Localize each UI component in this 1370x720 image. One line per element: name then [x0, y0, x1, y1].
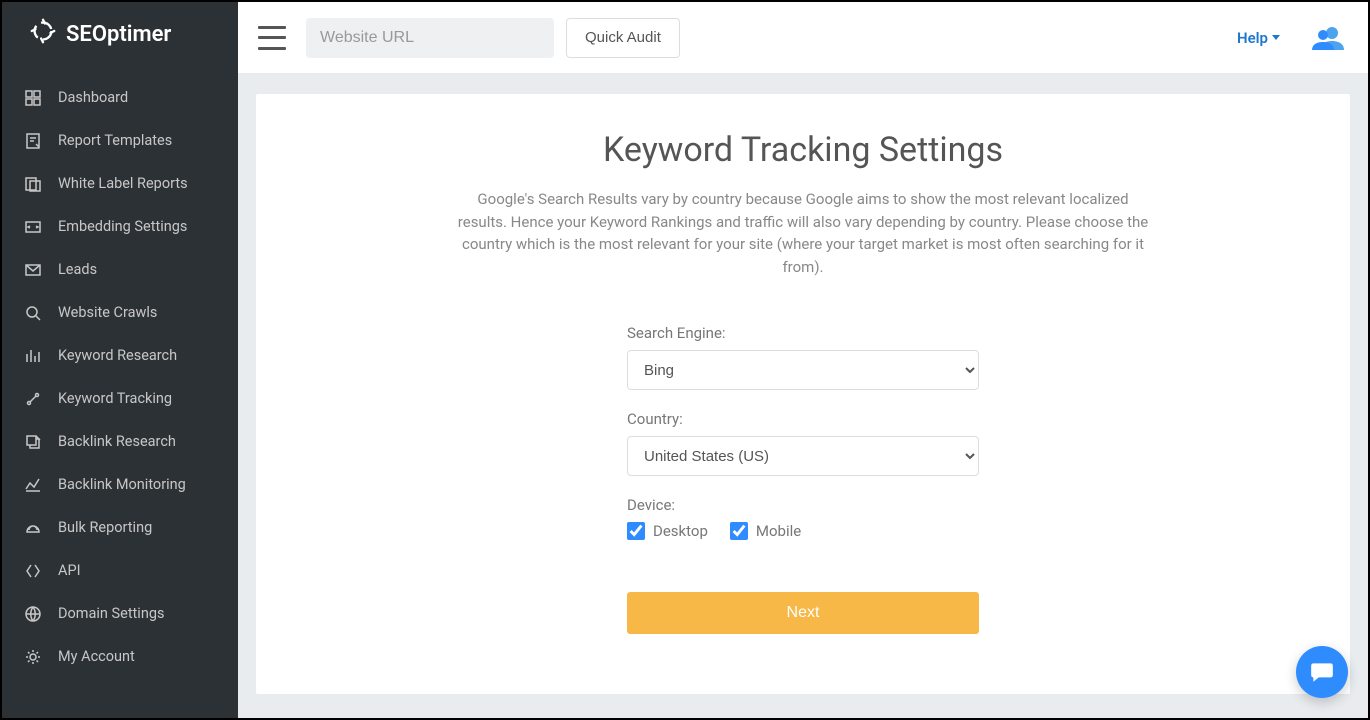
help-label: Help [1237, 29, 1268, 47]
sidebar-item-keyword-research[interactable]: Keyword Research [2, 334, 238, 377]
settings-card: Keyword Tracking Settings Google's Searc… [256, 94, 1350, 694]
brand-logo[interactable]: SEOptimer [2, 2, 238, 66]
device-desktop-option[interactable]: Desktop [627, 522, 708, 540]
main: Quick Audit Help Keyword Tracking Settin… [238, 2, 1368, 718]
sidebar-item-label: API [58, 562, 81, 579]
device-mobile-option[interactable]: Mobile [730, 522, 801, 540]
sidebar-item-dashboard[interactable]: Dashboard [2, 76, 238, 119]
sidebar-item-report-templates[interactable]: Report Templates [2, 119, 238, 162]
sidebar-item-bulk-reporting[interactable]: Bulk Reporting [2, 506, 238, 549]
help-dropdown[interactable]: Help [1237, 29, 1280, 47]
device-mobile-label: Mobile [756, 522, 801, 540]
country-select[interactable]: United States (US) [627, 436, 979, 476]
embed-icon [24, 219, 42, 235]
page-title: Keyword Tracking Settings [316, 130, 1290, 170]
topbar: Quick Audit Help [238, 2, 1368, 74]
backlink-research-icon [24, 434, 42, 450]
device-mobile-checkbox[interactable] [730, 522, 748, 540]
sidebar-item-white-label[interactable]: White Label Reports [2, 162, 238, 205]
dashboard-icon [24, 90, 42, 106]
research-icon [24, 348, 42, 364]
sidebar-item-label: Keyword Tracking [58, 390, 172, 407]
tracking-icon [24, 391, 42, 407]
sidebar-item-label: Embedding Settings [58, 218, 187, 235]
template-icon [24, 133, 42, 149]
caret-down-icon [1272, 35, 1280, 40]
sidebar-item-label: My Account [58, 648, 135, 665]
crawl-icon [24, 305, 42, 321]
sidebar-item-api[interactable]: API [2, 549, 238, 592]
sidebar-item-label: Domain Settings [58, 605, 164, 622]
sidebar-item-label: Report Templates [58, 132, 172, 149]
sidebar-item-backlink-monitoring[interactable]: Backlink Monitoring [2, 463, 238, 506]
search-engine-select[interactable]: Bing [627, 350, 979, 390]
device-desktop-label: Desktop [653, 522, 708, 540]
sidebar-item-backlink-research[interactable]: Backlink Research [2, 420, 238, 463]
sidebar-item-label: Backlink Monitoring [58, 476, 186, 493]
sidebar-item-my-account[interactable]: My Account [2, 635, 238, 678]
bulk-icon [24, 520, 42, 536]
backlink-monitor-icon [24, 477, 42, 493]
quick-audit-button[interactable]: Quick Audit [566, 18, 680, 58]
sidebar-item-label: Keyword Research [58, 347, 177, 364]
device-desktop-checkbox[interactable] [627, 522, 645, 540]
content: Keyword Tracking Settings Google's Searc… [238, 74, 1368, 718]
domain-icon [24, 606, 42, 622]
sidebar-nav: Dashboard Report Templates White Label R… [2, 66, 238, 678]
sidebar-item-leads[interactable]: Leads [2, 248, 238, 291]
website-url-input[interactable] [306, 18, 554, 58]
device-label: Device: [627, 496, 979, 514]
leads-icon [24, 262, 42, 278]
sidebar-item-label: Backlink Research [58, 433, 176, 450]
sidebar-item-label: Bulk Reporting [58, 519, 152, 536]
chat-widget[interactable] [1296, 646, 1348, 698]
sidebar-item-label: White Label Reports [58, 175, 188, 192]
whitelabel-icon [24, 176, 42, 192]
api-icon [24, 563, 42, 579]
brand-icon [28, 16, 58, 52]
page-description: Google's Search Results vary by country … [453, 188, 1153, 278]
country-label: Country: [627, 410, 979, 428]
sidebar-item-label: Website Crawls [58, 304, 157, 321]
account-icon [24, 649, 42, 665]
sidebar-item-embedding[interactable]: Embedding Settings [2, 205, 238, 248]
sidebar: SEOptimer Dashboard Report Templates Whi… [2, 2, 238, 718]
search-engine-label: Search Engine: [627, 324, 979, 342]
sidebar-item-label: Leads [58, 261, 97, 278]
sidebar-item-crawls[interactable]: Website Crawls [2, 291, 238, 334]
sidebar-item-label: Dashboard [58, 89, 128, 106]
next-button[interactable]: Next [627, 592, 979, 634]
sidebar-item-domain-settings[interactable]: Domain Settings [2, 592, 238, 635]
sidebar-item-keyword-tracking[interactable]: Keyword Tracking [2, 377, 238, 420]
settings-form: Search Engine: Bing Country: United Stat… [627, 324, 979, 634]
menu-toggle[interactable] [258, 26, 286, 50]
user-group-icon[interactable] [1312, 24, 1344, 52]
brand-name: SEOptimer [66, 22, 171, 47]
